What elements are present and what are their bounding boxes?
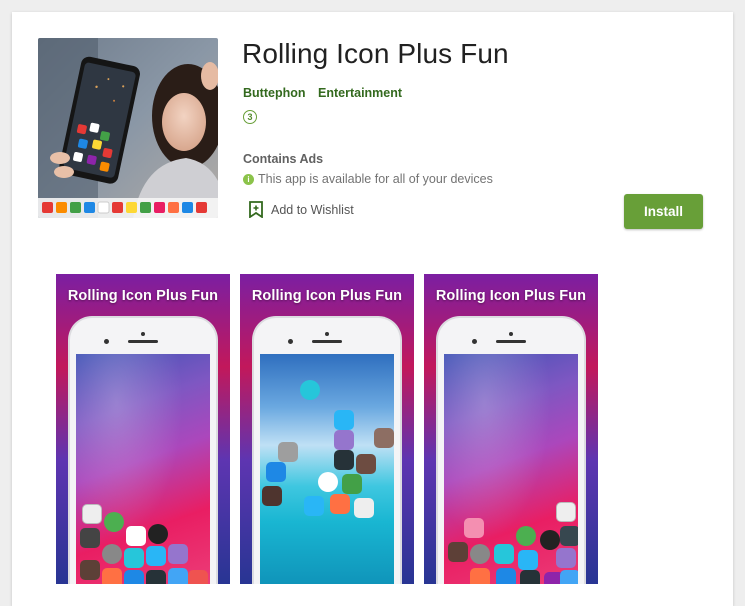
bookmark-add-icon (249, 201, 263, 218)
settings-icon (148, 524, 168, 544)
play-icon (520, 570, 540, 584)
screenshot-1[interactable]: Rolling Icon Plus Fun (56, 274, 230, 584)
send-icon (304, 496, 324, 516)
camera-icon (278, 442, 298, 462)
contacts-icon (496, 568, 516, 584)
photo-icon (262, 486, 282, 506)
photo-icon (80, 528, 100, 548)
app-title: Rolling Icon Plus Fun (242, 38, 509, 69)
flower-icon (556, 548, 576, 568)
record-icon (560, 526, 578, 546)
phone-speaker (312, 340, 342, 343)
flower-icon (168, 544, 188, 564)
robot-icon (124, 548, 144, 568)
phone-screen (444, 354, 578, 584)
gallery-icon (448, 542, 468, 562)
send-icon (334, 410, 354, 430)
contacts-icon (266, 462, 286, 482)
phone-screen (260, 354, 394, 584)
phone-frame (70, 318, 216, 584)
clock-icon (556, 502, 576, 522)
music-icon (470, 568, 490, 584)
video-icon (188, 570, 208, 584)
robot-icon (494, 544, 514, 564)
chat-icon (104, 512, 124, 532)
play-icon (146, 570, 166, 584)
phone-camera (141, 332, 145, 336)
camera-icon (470, 544, 490, 564)
contains-ads-label: Contains Ads (243, 152, 324, 166)
clock-icon (82, 504, 102, 524)
phone-speaker (128, 340, 158, 343)
screenshot-3[interactable]: Rolling Icon Plus Fun (424, 274, 598, 584)
phone-camera (325, 332, 329, 336)
wishlist-label: Add to Wishlist (271, 202, 354, 217)
maps-icon (560, 570, 578, 584)
send-icon (518, 550, 538, 570)
settings-icon (540, 530, 560, 550)
chrome-icon (126, 526, 146, 546)
maps-icon (168, 568, 188, 584)
screenshot-title: Rolling Icon Plus Fun (251, 288, 403, 304)
flower-icon (334, 430, 354, 450)
app-hero-image (38, 38, 218, 218)
phone-sensor (288, 339, 293, 344)
content-rating-badge: 3 (243, 110, 257, 124)
phone-camera (509, 332, 513, 336)
install-button[interactable]: Install (624, 194, 703, 229)
phone-speaker (496, 340, 526, 343)
gallery-icon (80, 560, 100, 580)
gallery-icon (356, 454, 376, 474)
info-icon: i (243, 173, 254, 185)
phone-frame (438, 318, 584, 584)
send-icon (146, 546, 166, 566)
app-details-card: Rolling Icon Plus Fun Buttephon Entertai… (12, 12, 733, 606)
record-icon (334, 450, 354, 470)
screenshot-2[interactable]: Rolling Icon Plus Fun (240, 274, 414, 584)
phone-sensor (472, 339, 477, 344)
phone-sensor (104, 339, 109, 344)
music-icon (330, 494, 350, 514)
category-link[interactable]: Entertainment (318, 86, 402, 100)
availability-text: This app is available for all of your de… (258, 172, 493, 186)
photo-icon (464, 518, 484, 538)
chrome-icon (318, 472, 338, 492)
photo-icon (374, 428, 394, 448)
phone-screen (76, 354, 210, 584)
chat-icon (516, 526, 536, 546)
maps-icon (342, 474, 362, 494)
screenshot-title: Rolling Icon Plus Fun (67, 288, 219, 304)
robot-icon (300, 380, 320, 400)
add-to-wishlist-button[interactable]: Add to Wishlist (249, 201, 354, 218)
music-icon (102, 568, 122, 584)
camera-icon (102, 544, 122, 564)
clock-icon (354, 498, 374, 518)
contacts-icon (124, 570, 144, 584)
availability-note: i This app is available for all of your … (243, 172, 493, 186)
developer-link[interactable]: Buttephon (243, 86, 305, 100)
phone-frame (254, 318, 400, 584)
screenshot-title: Rolling Icon Plus Fun (435, 288, 587, 304)
hero-photo-icon (38, 38, 218, 218)
